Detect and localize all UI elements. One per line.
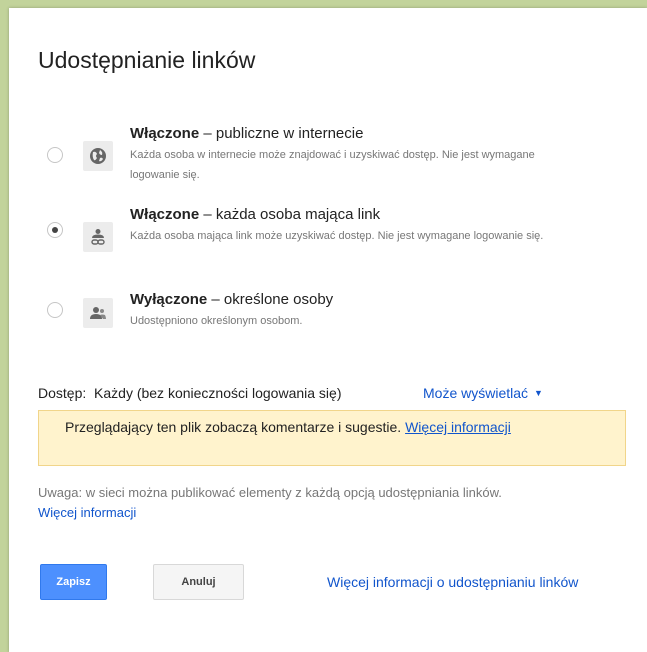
people-icon: [83, 298, 113, 328]
option-title: Włączone – publiczne w internecie: [130, 125, 364, 142]
note-text: Uwaga: w sieci można publikować elementy…: [38, 485, 502, 500]
option-description: Każda osoba w internecie może znajdować …: [130, 149, 535, 181]
access-label: Dostęp: Każdy (bez konieczności logowani…: [38, 385, 342, 401]
comments-notice: Przeglądający ten plik zobaczą komentarz…: [38, 410, 626, 466]
note-more-info-link[interactable]: Więcej informacji: [38, 503, 628, 523]
notice-text: Przeglądający ten plik zobaczą komentarz…: [65, 419, 406, 435]
option-description: Każda osoba mająca link może uzyskiwać d…: [130, 230, 544, 242]
publish-note: Uwaga: w sieci można publikować elementy…: [38, 483, 628, 523]
person-link-icon: [83, 222, 113, 252]
caret-down-icon: ▼: [534, 388, 543, 398]
option-description: Udostępniono określonym osobom.: [130, 315, 303, 327]
notice-more-info-link[interactable]: Więcej informacji: [405, 419, 511, 435]
radio-public[interactable]: [47, 147, 63, 163]
globe-icon: [83, 141, 113, 171]
radio-anyone-with-link[interactable]: [47, 222, 63, 238]
radio-specific-people[interactable]: [47, 302, 63, 318]
option-title: Włączone – każda osoba mająca link: [130, 206, 381, 223]
sharing-info-link[interactable]: Więcej informacji o udostępnianiu linków: [327, 574, 578, 590]
link-sharing-dialog: Udostępnianie linków Włączone – publiczn…: [9, 8, 647, 652]
save-button[interactable]: Zapisz: [40, 564, 107, 600]
access-level-dropdown[interactable]: Może wyświetlać ▼: [423, 385, 543, 401]
option-title: Wyłączone – określone osoby: [130, 291, 334, 308]
dialog-title: Udostępnianie linków: [38, 47, 256, 73]
cancel-button[interactable]: Anuluj: [153, 564, 244, 600]
access-level-value: Może wyświetlać: [423, 385, 529, 401]
